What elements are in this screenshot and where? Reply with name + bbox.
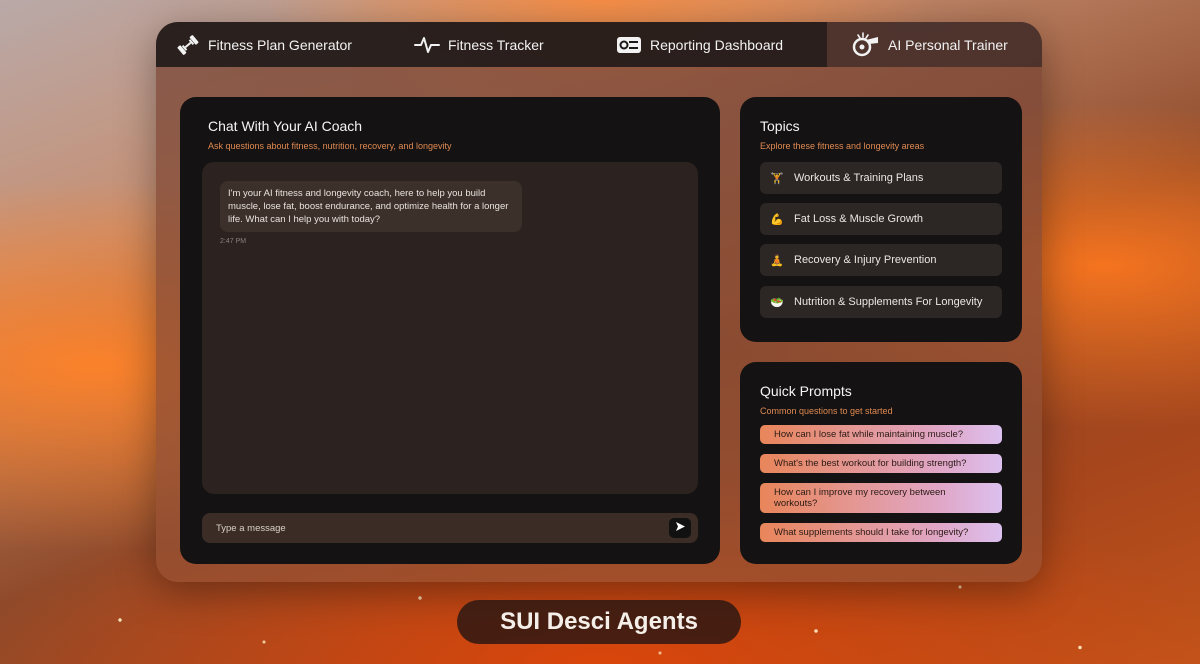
quick-prompt-button[interactable]: How can I lose fat while maintaining mus… [760,425,1002,444]
chat-subtitle: Ask questions about fitness, nutrition, … [208,141,452,151]
quick-prompts-title: Quick Prompts [760,383,852,399]
topics-panel: Topics Explore these fitness and longevi… [740,97,1022,342]
assistant-message: I'm your AI fitness and longevity coach,… [220,181,522,232]
tab-label: AI Personal Trainer [888,36,1008,53]
quick-prompt-button[interactable]: What supplements should I take for longe… [760,523,1002,542]
quick-prompts-subtitle: Common questions to get started [760,406,893,416]
chat-panel: Chat With Your AI Coach Ask questions ab… [180,97,720,564]
message-list: I'm your AI fitness and longevity coach,… [202,162,698,494]
tab-bar: Fitness Plan Generator Fitness Tracker R… [156,22,1042,67]
topic-nutrition[interactable]: 🥗 Nutrition & Supplements For Longevity [760,286,1002,318]
topics-title: Topics [760,118,800,134]
flexed-arm-icon: 💪 [770,213,784,226]
tab-reporting-dashboard[interactable]: Reporting Dashboard [616,22,796,67]
nutrition-icon: 🥗 [770,296,784,309]
send-button[interactable] [669,518,691,538]
dumbbell-icon [176,34,200,55]
tab-ai-personal-trainer[interactable]: AI Personal Trainer [827,22,1042,67]
weightlifter-icon: 🏋 [770,172,784,185]
tab-fitness-tracker[interactable]: Fitness Tracker [414,22,554,67]
topic-recovery[interactable]: 🧘 Recovery & Injury Prevention [760,244,1002,276]
message-input[interactable] [202,513,662,543]
topic-label: Fat Loss & Muscle Growth [794,213,923,225]
pulse-icon [414,35,440,55]
brand-banner: SUI Desci Agents [457,600,741,644]
topic-fat-loss[interactable]: 💪 Fat Loss & Muscle Growth [760,203,1002,235]
dashboard-icon [616,35,642,55]
tab-label: Reporting Dashboard [650,36,784,53]
topic-workouts[interactable]: 🏋 Workouts & Training Plans [760,162,1002,194]
quick-prompt-button[interactable]: What's the best workout for building str… [760,454,1002,473]
topic-label: Recovery & Injury Prevention [794,254,937,266]
tab-fitness-plan-generator[interactable]: Fitness Plan Generator [176,22,366,67]
quick-prompts-panel: Quick Prompts Common questions to get st… [740,362,1022,564]
topics-subtitle: Explore these fitness and longevity area… [760,141,925,151]
topic-label: Nutrition & Supplements For Longevity [794,296,983,308]
whistle-icon [852,31,880,58]
app-window: Fitness Plan Generator Fitness Tracker R… [156,22,1042,582]
topic-label: Workouts & Training Plans [794,172,924,184]
tab-label: Fitness Tracker [448,36,544,53]
send-icon [675,519,686,537]
chat-title: Chat With Your AI Coach [208,118,363,134]
tab-label: Fitness Plan Generator [208,36,352,53]
meditation-icon: 🧘 [770,254,784,267]
message-timestamp: 2:47 PM [220,238,247,245]
quick-prompt-button[interactable]: How can I improve my recovery between wo… [760,483,1002,513]
message-composer [202,513,698,543]
